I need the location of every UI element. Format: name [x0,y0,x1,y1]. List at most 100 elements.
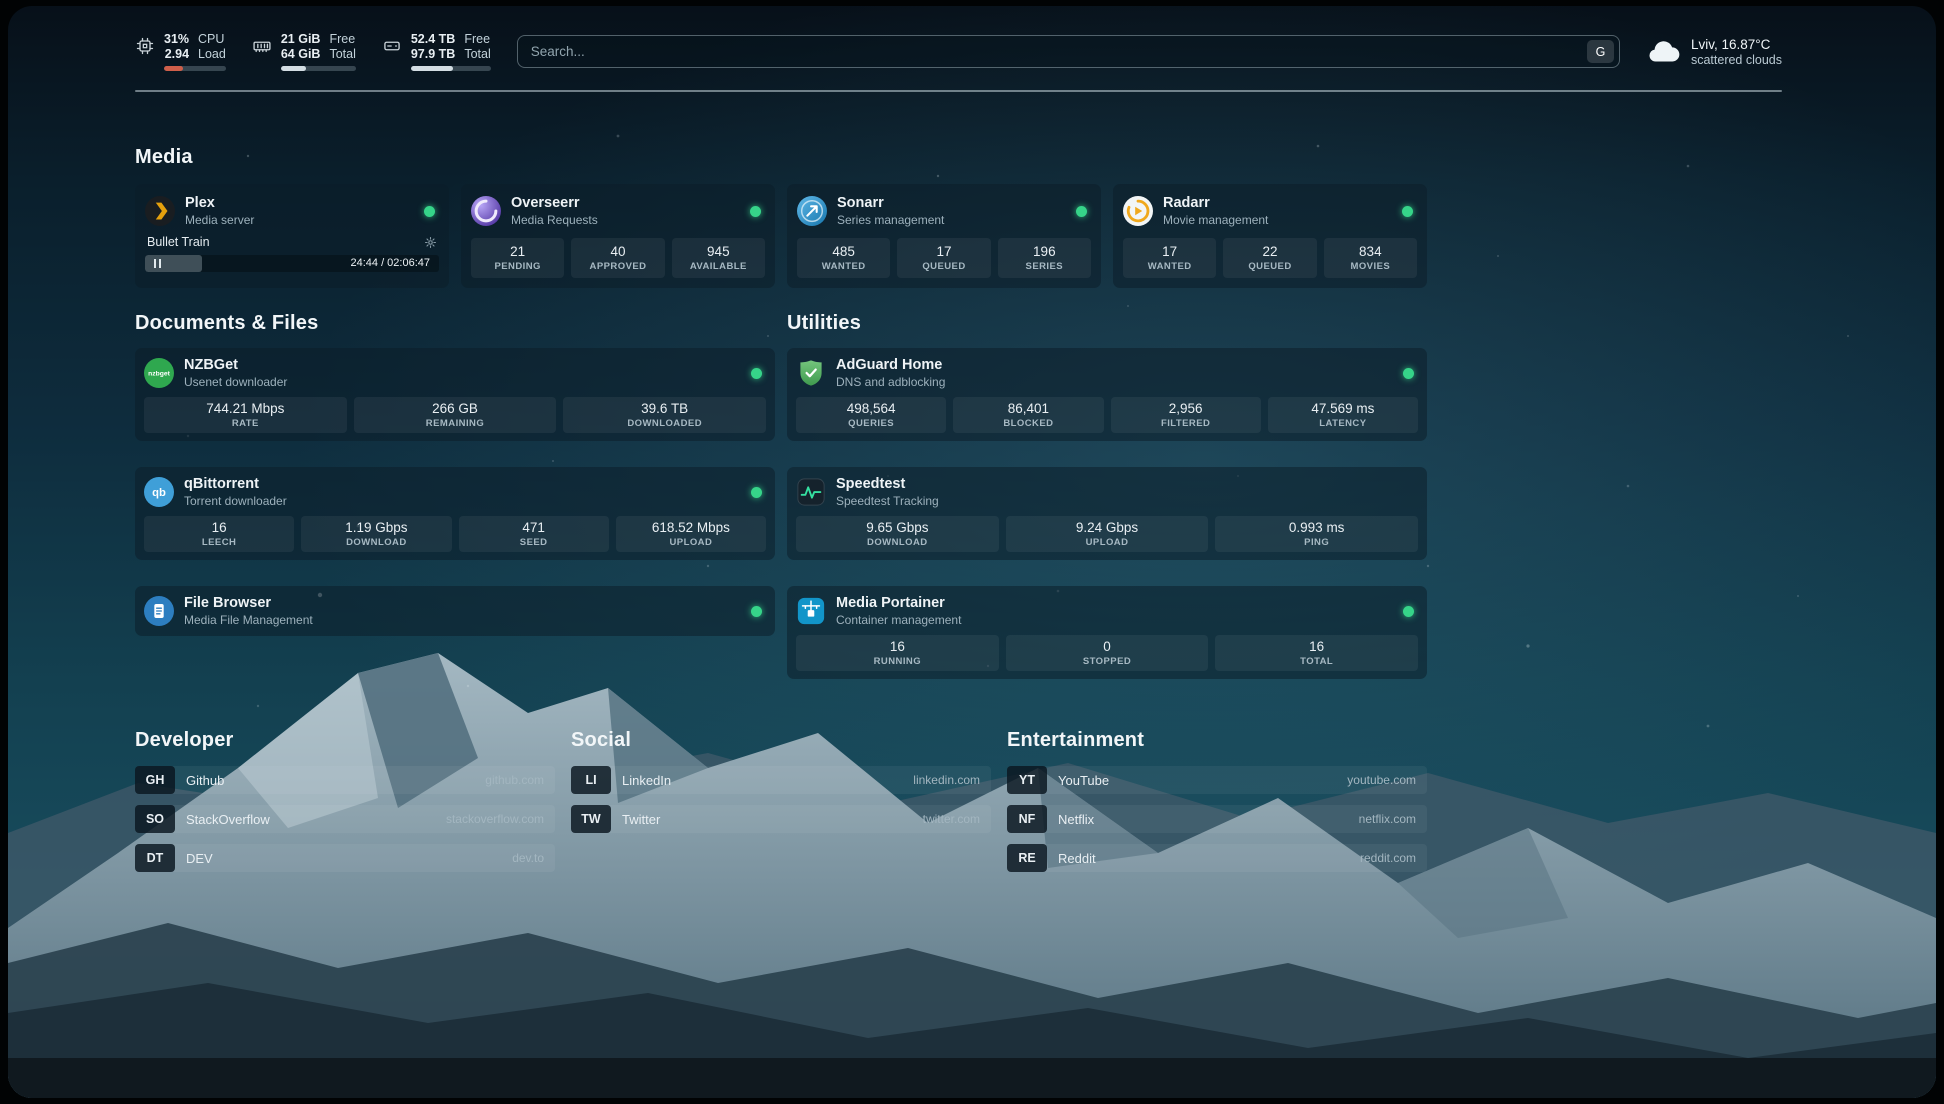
service-card-overseerr[interactable]: Overseerr Media Requests 21 PENDING 40 A… [461,184,775,288]
service-subtitle: Media Requests [511,213,598,228]
service-card-radarr[interactable]: Radarr Movie management 17 WANTED 22 QUE… [1113,184,1427,288]
stat-leech: 16 LEECH [144,516,294,552]
bookmark-stackoverflow[interactable]: SO StackOverflow stackoverflow.com [135,805,555,833]
sonarr-icon [797,196,827,226]
stat-value: 266 GB [432,400,478,417]
search-engine-button[interactable]: G [1587,40,1614,63]
cpu-usage-fill [164,66,183,71]
stat-value: 945 [707,243,730,260]
stat-queued: 17 QUEUED [897,238,990,278]
overseerr-icon [471,196,501,226]
search-bar[interactable]: G [517,35,1620,68]
service-subtitle: Media server [185,213,254,228]
disk-total-label: Total [464,47,490,62]
bookmark-reddit[interactable]: RE Reddit reddit.com [1007,844,1427,872]
service-card-adguard[interactable]: AdGuard Home DNS and adblocking 498,564 … [787,348,1427,441]
bookmark-url: linkedin.com [913,773,980,787]
service-card-portainer[interactable]: Media Portainer Container management 16 … [787,586,1427,679]
pause-icon[interactable] [154,259,161,268]
stat-running: 16 RUNNING [796,635,999,671]
stat-value: 744.21 Mbps [206,400,284,417]
adguard-icon [796,358,826,388]
status-dot [751,487,762,498]
section-title-developer: Developer [135,729,555,752]
memory-total-value: 64 GiB [281,47,321,62]
bookmark-url: youtube.com [1347,773,1416,787]
stat-value: 40 [610,243,625,260]
service-card-plex[interactable]: Plex Media server Bullet Train [135,184,449,288]
service-card-nzbget[interactable]: nzbget NZBGet Usenet downloader 744.21 M… [135,348,775,441]
stat-value: 1.19 Gbps [345,519,407,536]
service-card-qbittorrent[interactable]: qb qBittorrent Torrent downloader 16 LEE… [135,467,775,560]
stat-value: 9.65 Gbps [866,519,928,536]
stat-label: QUERIES [848,418,894,430]
bookmark-abbr: TW [571,805,611,833]
service-card-speedtest[interactable]: Speedtest Speedtest Tracking 9.65 Gbps D… [787,467,1427,560]
bookmark-github[interactable]: GH Github github.com [135,766,555,794]
memory-usage-fill [281,66,306,71]
bookmark-name: DEV [186,851,213,866]
stat-value: 0.993 ms [1289,519,1345,536]
cpu-usage-bar [164,66,226,71]
stat-value: 9.24 Gbps [1076,519,1138,536]
stat-label: STOPPED [1083,656,1131,668]
stat-value: 47.569 ms [1311,400,1374,417]
service-name: Radarr [1163,194,1268,212]
bookmark-linkedin[interactable]: LI LinkedIn linkedin.com [571,766,991,794]
gear-icon[interactable] [424,236,437,249]
stat-movies: 834 MOVIES [1324,238,1417,278]
speedtest-icon [796,477,826,507]
stat-value: 39.6 TB [641,400,688,417]
cpu-widget: 31% CPU 2.94 Load [135,32,226,71]
service-subtitle: Speedtest Tracking [836,494,939,509]
service-name: Plex [185,194,254,212]
bookmark-dev[interactable]: DT DEV dev.to [135,844,555,872]
status-dot [1402,206,1413,217]
stat-label: MOVIES [1350,261,1390,273]
bookmark-youtube[interactable]: YT YouTube youtube.com [1007,766,1427,794]
stat-value: 16 [890,638,905,655]
service-card-sonarr[interactable]: Sonarr Series management 485 WANTED 17 Q… [787,184,1101,288]
dashboard-screen: 31% CPU 2.94 Load 21 [8,6,1936,1098]
bookmark-name: StackOverflow [186,812,270,827]
search-input[interactable] [531,44,1587,59]
playback-time: 24:44 / 02:06:47 [350,255,430,272]
stat-label: DOWNLOADED [627,418,702,430]
status-dot [424,206,435,217]
section-media: Media Plex Media server [135,146,1427,288]
stat-value: 471 [522,519,545,536]
stat-label: AVAILABLE [690,261,747,273]
bookmark-twitter[interactable]: TW Twitter twitter.com [571,805,991,833]
stat-value: 0 [1103,638,1111,655]
stat-seed: 471 SEED [459,516,609,552]
disk-total-value: 97.9 TB [411,47,455,62]
weather-widget[interactable]: Lviv, 16.87°C scattered clouds [1646,37,1782,67]
stat-label: UPLOAD [1086,537,1129,549]
stat-upload: 9.24 Gbps UPLOAD [1006,516,1209,552]
cpu-icon [135,36,155,56]
disk-free-label: Free [464,32,490,47]
stat-download: 9.65 Gbps DOWNLOAD [796,516,999,552]
qbittorrent-icon: qb [144,477,174,507]
bookmark-abbr: GH [135,766,175,794]
playback-progress-bar: 24:44 / 02:06:47 [145,255,439,272]
bookmark-abbr: DT [135,844,175,872]
service-subtitle: Container management [836,613,961,628]
stat-value: 834 [1359,243,1382,260]
stat-label: QUEUED [922,261,965,273]
filebrowser-icon [144,596,174,626]
section-title-entertainment: Entertainment [1007,729,1427,752]
stat-label: PING [1304,537,1329,549]
stat-download: 1.19 Gbps DOWNLOAD [301,516,451,552]
memory-free-value: 21 GiB [281,32,321,47]
stat-ping: 0.993 ms PING [1215,516,1418,552]
status-dot [750,206,761,217]
stat-label: LEECH [202,537,236,549]
status-dot [1403,606,1414,617]
stat-value: 86,401 [1008,400,1049,417]
bookmark-netflix[interactable]: NF Netflix netflix.com [1007,805,1427,833]
disk-free-value: 52.4 TB [411,32,455,47]
stat-label: DOWNLOAD [346,537,407,549]
service-card-filebrowser[interactable]: File Browser Media File Management [135,586,775,636]
stat-label: LATENCY [1319,418,1366,430]
